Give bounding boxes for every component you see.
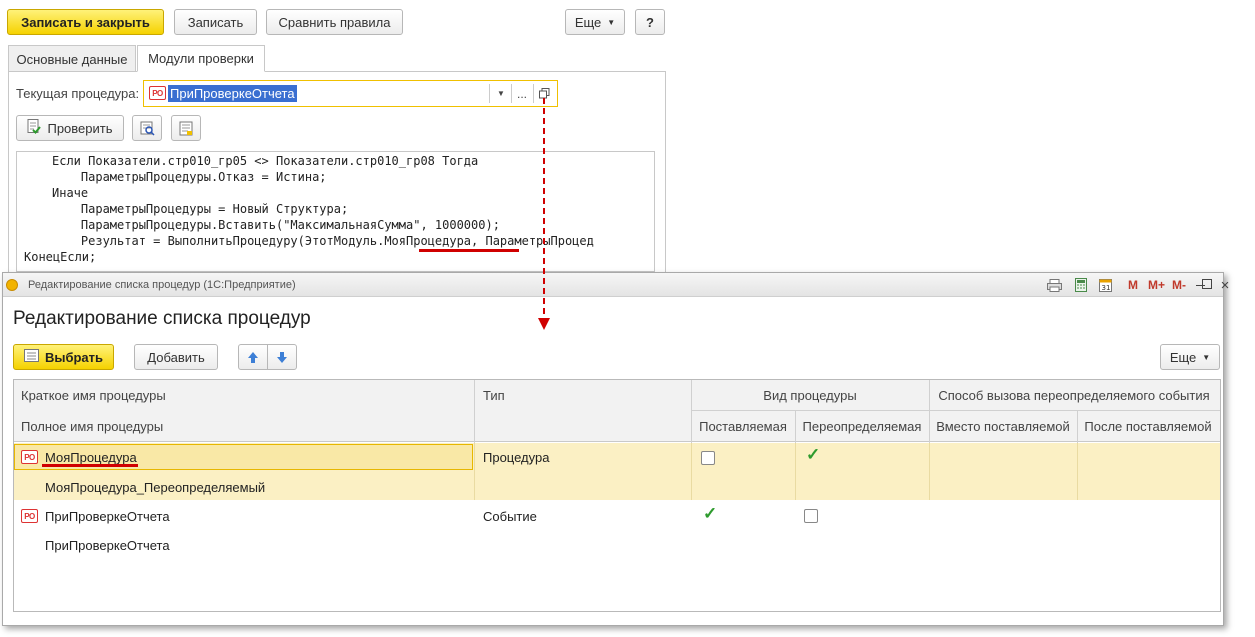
find-errors-button[interactable] (132, 115, 162, 141)
dialog-more-button[interactable]: Еще ▼ (1160, 344, 1220, 370)
calendar-icon[interactable]: 31 (1097, 277, 1113, 293)
annotation-underline-code (419, 249, 519, 252)
svg-text:31: 31 (1101, 284, 1110, 292)
header-instead[interactable]: Вместо поставляемой (929, 416, 1077, 436)
arrow-up-icon (248, 351, 258, 363)
document-icon (179, 121, 192, 135)
find-icon (140, 121, 155, 136)
row-short-name: ПриПроверкеОтчета (45, 508, 170, 524)
code-line: ПараметрыПроцедуры.Отказ = Истина; (52, 170, 327, 184)
choose-label: Выбрать (44, 349, 104, 365)
dialog-title: Редактирование списка процедур (13, 308, 311, 329)
field-separator-2 (511, 84, 512, 103)
header-full-name[interactable]: Полное имя процедуры (21, 416, 163, 436)
save-and-close-button[interactable]: Записать и закрыть (7, 9, 164, 35)
overridable-check-icon[interactable]: ✓ (806, 446, 820, 463)
more-label: Еще (574, 14, 602, 30)
memory-button[interactable]: M (1128, 278, 1138, 292)
row-type: Процедура (483, 449, 550, 465)
header-kind: Вид процедуры (763, 387, 857, 403)
procedure-badge-icon: РО (149, 86, 166, 100)
code-line: Результат = ВыполнитьПроцедуру(ЭтотМодул… (52, 234, 594, 248)
annotation-underline-row (42, 464, 138, 467)
row-full-name: МояПроцедура_Переопределяемый (45, 479, 266, 495)
header-kind-supplied[interactable]: Поставляемая (691, 416, 795, 436)
procedure-badge-icon: РО (21, 509, 38, 523)
tab-main-data[interactable]: Основные данные (8, 45, 136, 72)
choose-button[interactable]: Выбрать (13, 344, 114, 370)
col-divider (474, 443, 475, 500)
col-divider (795, 443, 796, 500)
tab-check-modules[interactable]: Модули проверки (137, 45, 265, 72)
header-after[interactable]: После поставляемой (1077, 416, 1219, 436)
header-kind-overridable[interactable]: Переопределяемая (795, 416, 929, 436)
col-divider (691, 443, 692, 500)
chevron-down-icon: ▼ (607, 17, 616, 27)
dialog-window-title: Редактирование списка процедур (1С:Предп… (28, 279, 296, 291)
code-line: Если Показатели.стр010_гр05 <> Показател… (52, 154, 479, 168)
code-line: Иначе (52, 186, 89, 200)
add-button[interactable]: Добавить (134, 344, 218, 370)
print-icon[interactable] (1046, 277, 1062, 293)
dropdown-arrow-icon[interactable]: ▼ (493, 84, 509, 103)
supplied-check-icon[interactable]: ✓ (703, 505, 717, 522)
supplied-checkbox[interactable] (701, 451, 715, 465)
check-button[interactable]: Проверить (16, 115, 124, 141)
calculator-icon[interactable] (1073, 277, 1089, 293)
code-editor[interactable]: Если Показатели.стр010_гр05 <> Показател… (16, 151, 655, 272)
memory-plus-button[interactable]: M+ (1148, 278, 1165, 292)
col-divider (1077, 443, 1078, 500)
module-text-button[interactable] (171, 115, 201, 141)
save-button[interactable]: Записать (174, 9, 257, 35)
header-call-method: Способ вызова переопределяемого события (938, 387, 1210, 403)
row-full-name: ПриПроверкеОтчета (45, 537, 170, 553)
check-label: Проверить (47, 120, 113, 136)
dialog-more-label: Еще (1169, 349, 1197, 365)
code-line: КонецЕсли; (24, 250, 97, 264)
more-button[interactable]: Еще ▼ (565, 9, 625, 35)
close-icon[interactable]: × (1218, 277, 1232, 294)
code-line: ПараметрыПроцедуры = Новый Структура; (52, 202, 349, 216)
choose-icon (23, 349, 39, 365)
current-procedure-label: Текущая процедура: (16, 86, 140, 101)
memory-minus-button[interactable]: M- (1172, 278, 1186, 292)
annotation-arrow (538, 98, 550, 330)
procedure-badge-icon: РО (21, 450, 38, 464)
overridable-checkbox[interactable] (804, 509, 818, 523)
table-row[interactable] (14, 501, 1220, 559)
compare-rules-button[interactable]: Сравнить правила (266, 9, 403, 35)
code-line: ПараметрыПроцедуры.Вставить("Максимальна… (52, 218, 500, 232)
field-separator (489, 84, 490, 103)
col-divider (929, 443, 930, 500)
header-divider (691, 410, 1220, 411)
check-icon (27, 119, 42, 137)
help-button[interactable]: ? (635, 9, 665, 35)
select-button[interactable]: ... (513, 84, 531, 103)
arrow-down-icon (277, 351, 287, 363)
row-type: Событие (483, 508, 537, 524)
header-short-name[interactable]: Краткое имя процедуры (21, 385, 166, 405)
current-procedure-value: ПриПроверкеОтчета (168, 85, 297, 102)
header-type[interactable]: Тип (483, 385, 505, 405)
chevron-down-icon: ▼ (1202, 352, 1211, 362)
move-up-button[interactable] (238, 344, 268, 370)
app-logo-icon (6, 279, 18, 291)
maximize-icon[interactable] (1202, 279, 1212, 289)
move-down-button[interactable] (267, 344, 297, 370)
